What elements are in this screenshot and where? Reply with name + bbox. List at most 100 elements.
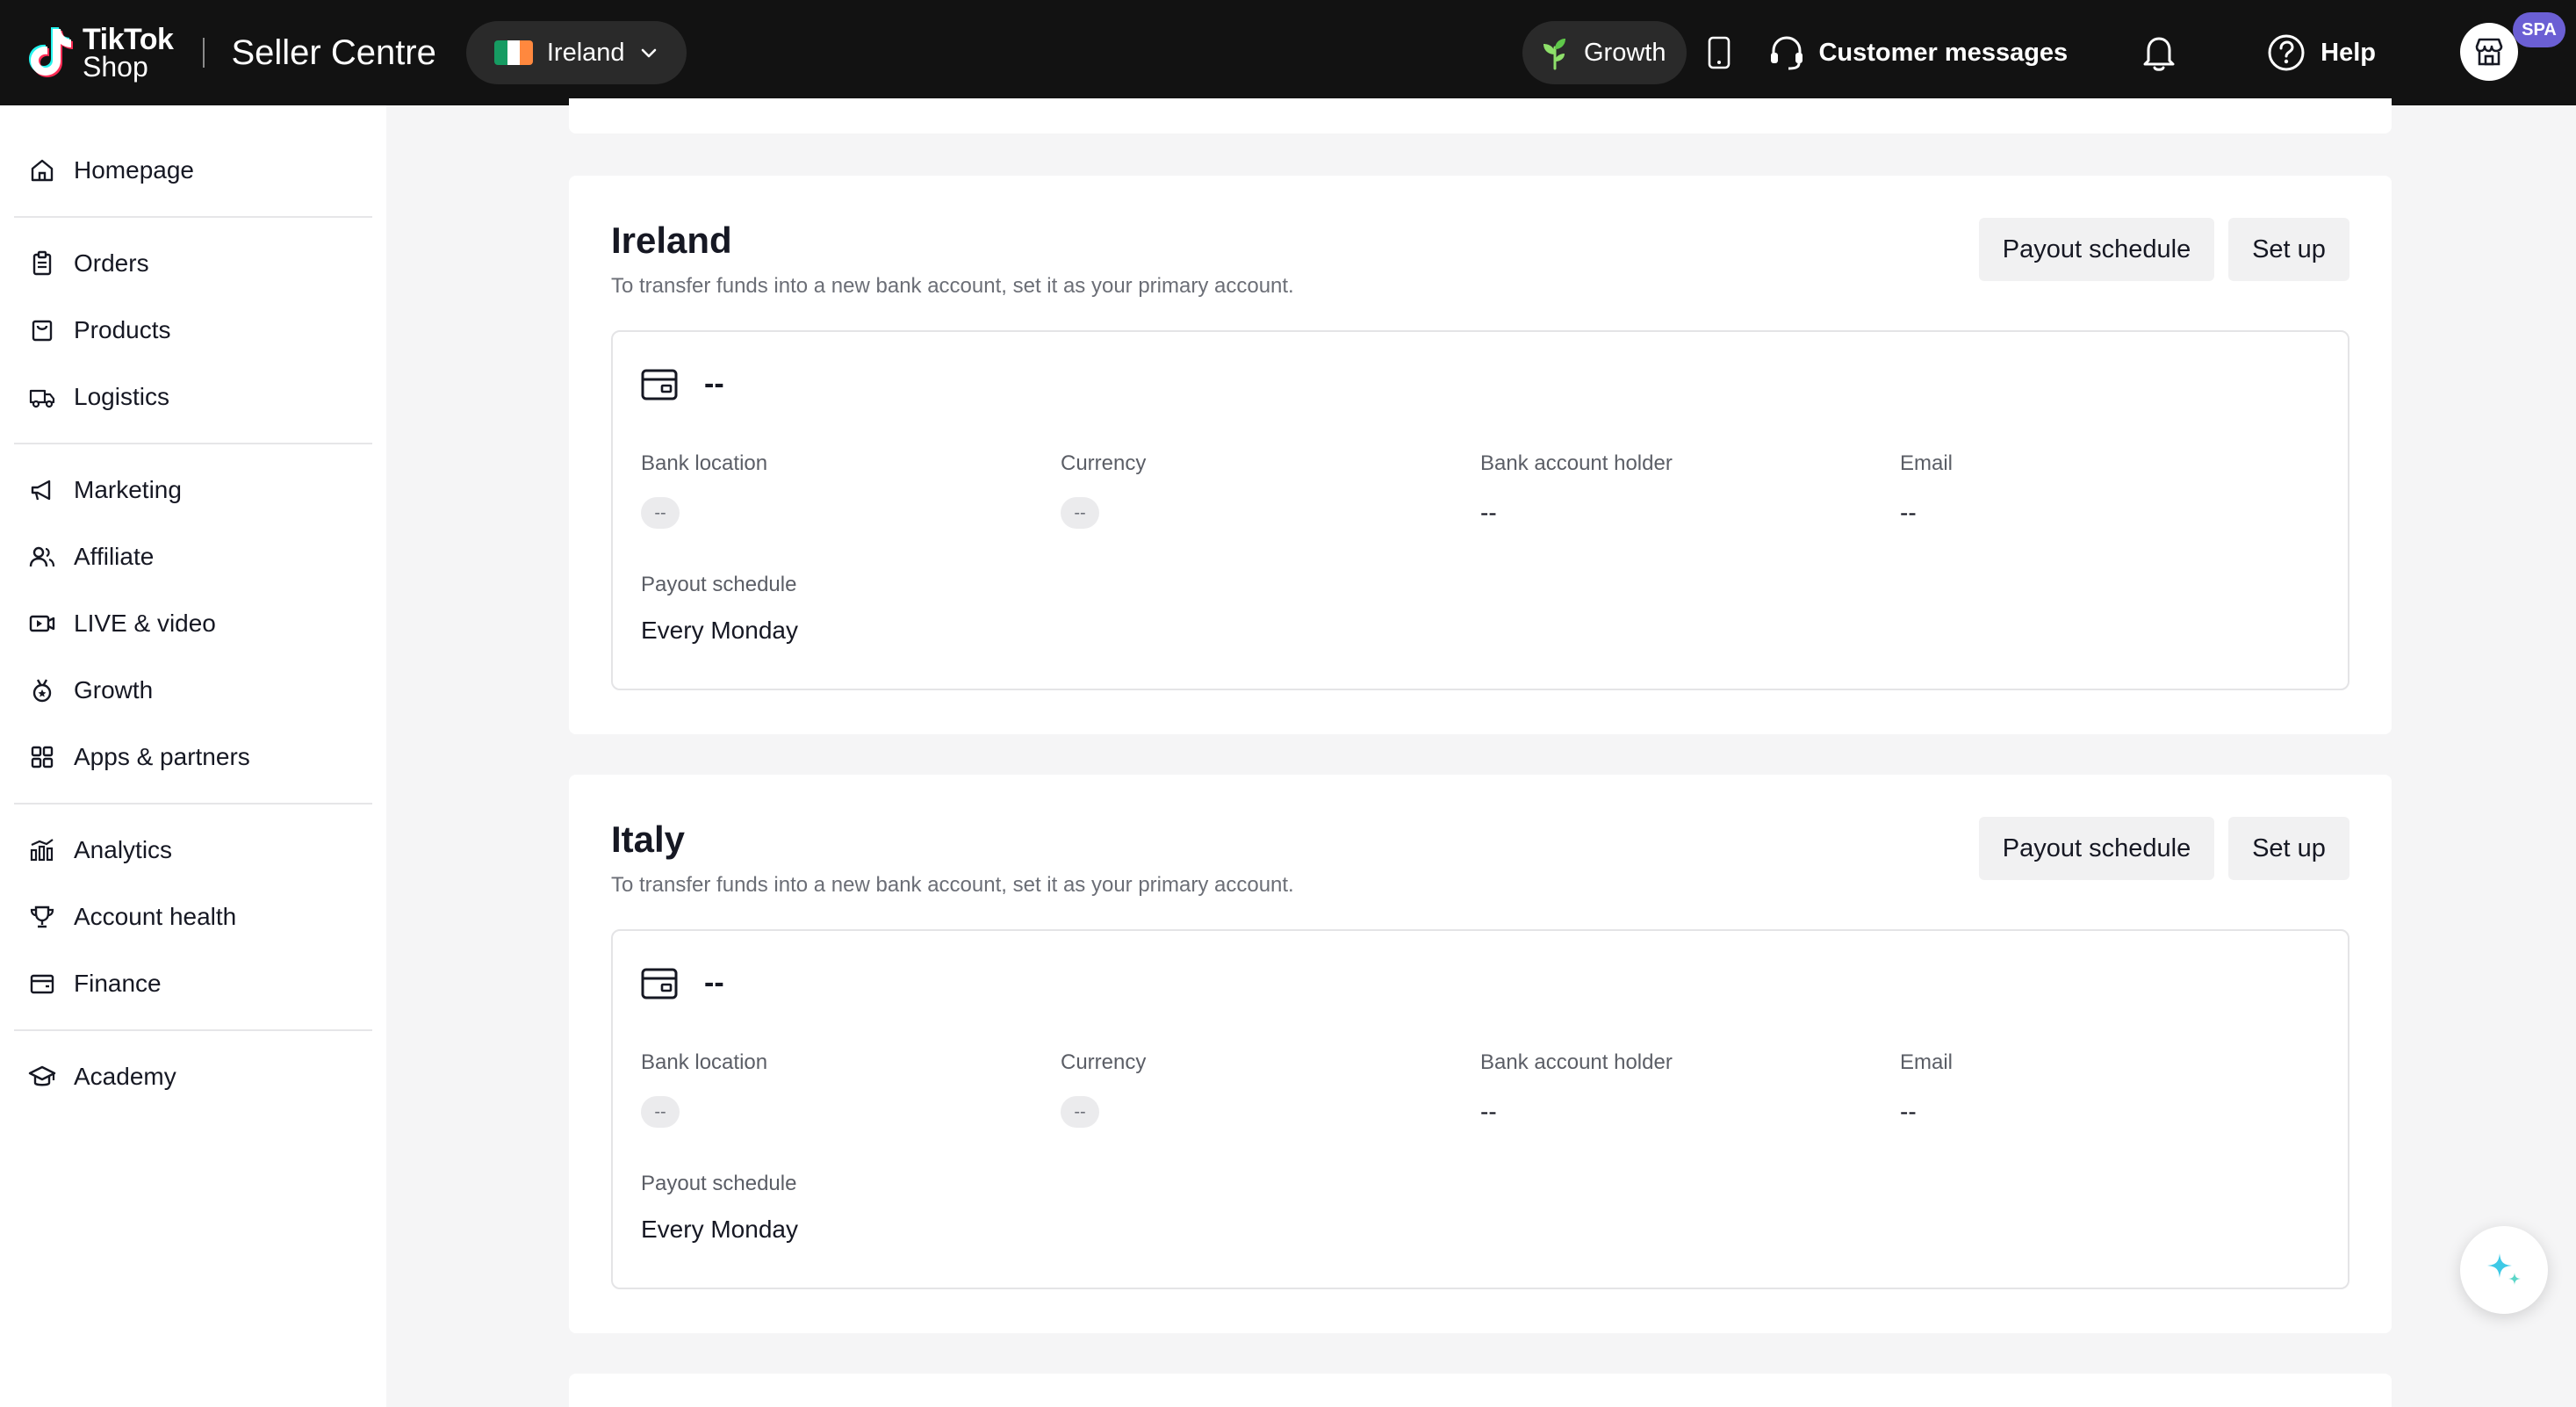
growth-button[interactable]: Growth xyxy=(1522,21,1687,84)
help-label: Help xyxy=(2321,38,2377,67)
currency-label: Currency xyxy=(1061,451,1147,475)
account-name: -- xyxy=(704,966,724,999)
truck-icon xyxy=(29,389,55,408)
nav-group-home: Homepage xyxy=(0,137,386,204)
wallet-icon xyxy=(30,974,54,994)
region-selector[interactable]: Ireland xyxy=(465,21,687,84)
payout-schedule-value: Every Monday xyxy=(641,1216,798,1243)
top-bar: TikTok Shop Seller Centre Ireland Growth xyxy=(0,0,2576,105)
sidebar-item-label: Apps & partners xyxy=(74,743,250,770)
previous-card-partial xyxy=(569,98,2392,133)
payout-schedule-label: Payout schedule xyxy=(641,573,797,596)
sprout-icon xyxy=(1543,39,1565,70)
sidebar-item-products[interactable]: Products xyxy=(14,297,372,364)
bank-account-card-ireland: Ireland To transfer funds into a new ban… xyxy=(569,176,2392,734)
brand-line2: Shop xyxy=(83,51,148,83)
email-label: Email xyxy=(1900,1050,1954,1074)
currency-label: Currency xyxy=(1061,1050,1147,1074)
bank-location-label: Bank location xyxy=(641,451,768,475)
headset-icon xyxy=(1771,36,1803,70)
medal-icon xyxy=(32,679,52,703)
sidebar-item-apps-partners[interactable]: Apps & partners xyxy=(14,724,372,790)
country-title: Ireland xyxy=(611,220,732,261)
sidebar: Homepage Orders Products Logistics Marke… xyxy=(0,105,386,1407)
nav-group-insights: Analytics Account health Finance xyxy=(0,817,386,1017)
sidebar-item-logistics[interactable]: Logistics xyxy=(14,364,372,430)
bank-location-value: -- xyxy=(641,1096,680,1128)
megaphone-icon xyxy=(31,480,51,501)
sidebar-item-label: Orders xyxy=(74,249,149,277)
sidebar-item-affiliate[interactable]: Affiliate xyxy=(14,523,372,590)
apps-icon xyxy=(31,746,54,768)
sidebar-item-label: Products xyxy=(74,316,171,343)
question-circle-icon xyxy=(2268,34,2305,71)
phone-icon xyxy=(1709,36,1731,69)
sidebar-item-label: Analytics xyxy=(74,836,173,863)
sidebar-item-growth[interactable]: Growth xyxy=(14,657,372,724)
ireland-flag-icon xyxy=(493,40,533,65)
country-title: Italy xyxy=(611,819,686,860)
email-label: Email xyxy=(1900,451,1954,475)
card-icon xyxy=(641,968,678,999)
sidebar-item-analytics[interactable]: Analytics xyxy=(14,817,372,884)
ai-assistant-button[interactable] xyxy=(2460,1226,2548,1314)
sidebar-item-homepage[interactable]: Homepage xyxy=(14,137,372,204)
account-avatar[interactable] xyxy=(2460,23,2518,81)
mobile-app-button[interactable] xyxy=(1706,35,1732,70)
help-button[interactable]: Help xyxy=(2266,32,2376,73)
sidebar-item-label: Affiliate xyxy=(74,543,155,570)
notifications-button[interactable] xyxy=(2140,32,2178,73)
chevron-down-icon xyxy=(641,48,656,58)
bank-account-card-italy: Italy To transfer funds into a new bank … xyxy=(569,775,2392,1333)
sidebar-item-label: Account health xyxy=(74,903,237,930)
sidebar-item-label: LIVE & video xyxy=(74,610,216,637)
bell-icon xyxy=(2143,37,2175,71)
sidebar-item-label: Logistics xyxy=(74,383,169,410)
sidebar-item-marketing[interactable]: Marketing xyxy=(14,457,372,523)
country-description: To transfer funds into a new bank accoun… xyxy=(611,873,1294,897)
currency-value: -- xyxy=(1061,497,1099,529)
sidebar-item-label: Growth xyxy=(74,676,154,704)
home-icon xyxy=(31,159,54,182)
payout-schedule-button[interactable]: Payout schedule xyxy=(1979,218,2214,281)
bank-account-details: -- Bank location -- Currency -- Bank acc… xyxy=(611,330,2349,690)
bag-icon xyxy=(32,320,53,342)
app-title: Seller Centre xyxy=(231,32,436,72)
nav-group-operations: Orders Products Logistics xyxy=(0,230,386,430)
bank-account-details: -- Bank location -- Currency -- Bank acc… xyxy=(611,929,2349,1289)
sparkle-icon xyxy=(2487,1253,2521,1285)
brand[interactable]: TikTok Shop Seller Centre xyxy=(26,25,436,81)
payout-schedule-label: Payout schedule xyxy=(641,1172,797,1195)
brand-line1: TikTok xyxy=(83,23,174,56)
store-icon xyxy=(2475,38,2503,66)
country-description: To transfer funds into a new bank accoun… xyxy=(611,274,1294,298)
currency-value: -- xyxy=(1061,1096,1099,1128)
account-badge: SPA xyxy=(2513,12,2565,47)
sidebar-item-label: Finance xyxy=(74,970,162,997)
users-icon xyxy=(29,546,55,567)
set-up-button[interactable]: Set up xyxy=(2228,218,2349,281)
sidebar-item-account-health[interactable]: Account health xyxy=(14,884,372,950)
payout-schedule-value: Every Monday xyxy=(641,617,798,644)
growth-label: Growth xyxy=(1584,38,1666,67)
email-value: -- xyxy=(1900,499,1917,526)
trophy-icon xyxy=(30,906,54,928)
account-name: -- xyxy=(704,367,724,400)
email-value: -- xyxy=(1900,1098,1917,1125)
sidebar-item-orders[interactable]: Orders xyxy=(14,230,372,297)
graduation-cap-icon xyxy=(28,1065,56,1086)
bank-account-holder-value: -- xyxy=(1480,499,1497,526)
nav-group-growth: Marketing Affiliate LIVE & video Growth … xyxy=(0,457,386,790)
video-icon xyxy=(29,615,55,632)
sidebar-item-finance[interactable]: Finance xyxy=(14,950,372,1017)
customer-messages-button[interactable]: Customer messages xyxy=(1767,33,2068,72)
sidebar-item-live-video[interactable]: LIVE & video xyxy=(14,590,372,657)
tiktok-logo-icon xyxy=(29,27,73,77)
sidebar-item-academy[interactable]: Academy xyxy=(14,1043,372,1110)
bank-account-holder-label: Bank account holder xyxy=(1480,1050,1673,1074)
payout-schedule-button[interactable]: Payout schedule xyxy=(1979,817,2214,880)
brand-divider xyxy=(203,38,205,68)
sidebar-item-label: Academy xyxy=(74,1063,176,1090)
set-up-button[interactable]: Set up xyxy=(2228,817,2349,880)
bank-account-holder-value: -- xyxy=(1480,1098,1497,1125)
